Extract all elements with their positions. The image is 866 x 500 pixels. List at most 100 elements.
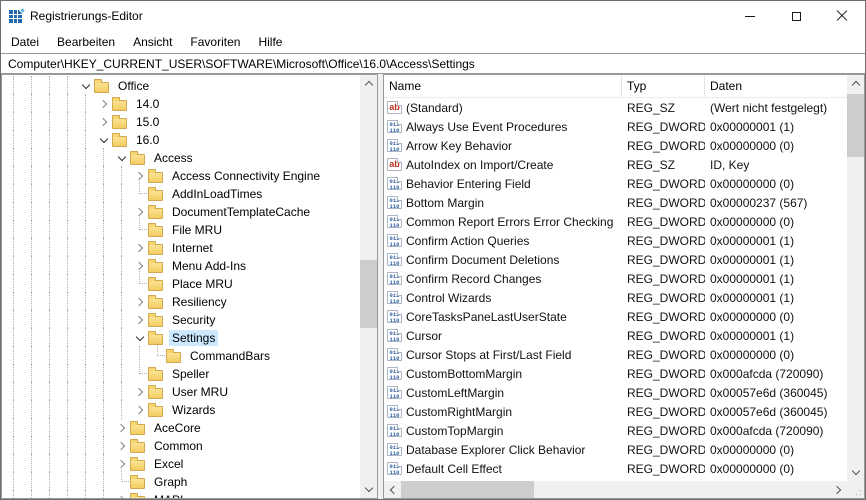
tree-item-office[interactable]: Office — [2, 76, 360, 96]
registry-value-row-custombottommargin[interactable]: 011 110 CustomBottomMargin REG_DWORD 0x000a… — [384, 364, 847, 383]
tree-guide-line — [67, 130, 68, 150]
registry-value-row-standard[interactable]: ab (Standard) REG_SZ (Wert nicht festgelegt… — [384, 98, 847, 117]
folder-icon — [130, 438, 145, 453]
value-name-text: Behavior Entering Field — [406, 176, 531, 191]
registry-value-row-database-explorer-click-behavior[interactable]: 011 110 Database Explorer Click Behavior R… — [384, 440, 847, 459]
list-horizontal-scrollbar[interactable] — [384, 481, 847, 498]
registry-value-row-bottom-margin[interactable]: 011 110 Bottom Margin REG_DWORD 0x00000237 … — [384, 193, 847, 212]
value-name-cell: 011 110 Confirm Action Queries — [384, 234, 622, 248]
chevron-up-icon — [364, 80, 373, 90]
registry-value-row-customrightmargin[interactable]: 011 110 CustomRightMargin REG_DWORD 0x00057… — [384, 402, 847, 421]
expander-chevron[interactable] — [114, 437, 130, 455]
registry-value-row-always-use-event-procedures[interactable]: 011 110 Always Use Event Procedures REG_DW… — [384, 117, 847, 136]
tree-item-menu-add-ins[interactable]: Menu Add-Ins — [2, 256, 360, 276]
menu-item-favoriten[interactable]: Favoriten — [181, 31, 249, 53]
tree-item-mapi[interactable]: MAPI — [2, 490, 360, 498]
list-scroll-up-button[interactable] — [847, 75, 864, 92]
expander-chevron[interactable] — [132, 383, 148, 401]
list-vertical-scrollbar[interactable] — [847, 75, 864, 481]
tree-vertical-scrollbar[interactable] — [360, 75, 377, 498]
tree-item-16-0[interactable]: 16.0 — [2, 130, 360, 150]
tree-item-graph[interactable]: Graph — [2, 469, 360, 492]
value-type-cell: REG_SZ — [627, 100, 676, 115]
registry-value-row-default-cell-effect[interactable]: 011 110 Default Cell Effect REG_DWORD 0x000… — [384, 459, 847, 478]
registry-value-row-control-wizards[interactable]: 011 110 Control Wizards REG_DWORD 0x0000000… — [384, 288, 847, 307]
tree-item-acecore[interactable]: AceCore — [2, 418, 360, 438]
registry-value-row-behavior-entering-field[interactable]: 011 110 Behavior Entering Field REG_DWORD 0… — [384, 174, 847, 193]
expander-chevron[interactable] — [132, 329, 148, 347]
tree-scrollbar-thumb[interactable] — [360, 260, 377, 328]
tree-item-wizards[interactable]: Wizards — [2, 400, 360, 420]
registry-value-row-common-report-errors-error-checking[interactable]: 011 110 Common Report Errors Error Checki… — [384, 212, 847, 231]
registry-value-row-confirm-record-changes[interactable]: 011 110 Confirm Record Changes REG_DWORD 0x… — [384, 269, 847, 288]
tree-item-15-0[interactable]: 15.0 — [2, 112, 360, 132]
expander-chevron[interactable] — [114, 491, 130, 498]
tree-guide-line — [49, 328, 50, 348]
column-header-typ[interactable]: Typ — [622, 75, 705, 97]
registry-value-row-arrow-key-behavior[interactable]: 011 110 Arrow Key Behavior REG_DWORD 0x0000… — [384, 136, 847, 155]
value-name-cell: 011 110 CustomRightMargin — [384, 405, 622, 419]
registry-value-row-cursor[interactable]: 011 110 Cursor REG_DWORD 0x00000001 (1) — [384, 326, 847, 345]
expander-chevron[interactable] — [78, 77, 94, 95]
registry-value-row-customleftmargin[interactable]: 011 110 CustomLeftMargin REG_DWORD 0x00057e… — [384, 383, 847, 402]
value-type-cell: REG_DWORD — [627, 233, 705, 248]
list-scroll-down-button[interactable] — [847, 464, 864, 481]
expander-chevron[interactable] — [132, 239, 148, 257]
expander-chevron[interactable] — [96, 95, 112, 113]
tree-item-excel[interactable]: Excel — [2, 454, 360, 474]
tree-item-place-mru[interactable]: Place MRU — [2, 271, 360, 294]
registry-value-row-autoindex-on-import-create[interactable]: ab AutoIndex on Import/Create REG_SZ ID, Ke… — [384, 155, 847, 174]
resize-grip[interactable] — [847, 481, 864, 498]
tree-item-speller[interactable]: Speller — [2, 361, 360, 384]
tree-item-file-mru[interactable]: File MRU — [2, 217, 360, 240]
registry-value-row-cursor-stops-at-first-last-field[interactable]: 011 110 Cursor Stops at First/Last Field R… — [384, 345, 847, 364]
tree-scroll-up-button[interactable] — [360, 75, 377, 92]
dword-value-icon: 011 110 — [387, 405, 402, 418]
expander-chevron[interactable] — [96, 131, 112, 149]
expander-chevron[interactable] — [132, 293, 148, 311]
menu-item-bearbeiten[interactable]: Bearbeiten — [48, 31, 124, 53]
registry-value-row-confirm-action-queries[interactable]: 011 110 Confirm Action Queries REG_DWORD 0x… — [384, 231, 847, 250]
registry-value-row-confirm-document-deletions[interactable]: 011 110 Confirm Document Deletions REG_DWO… — [384, 250, 847, 269]
expander-chevron[interactable] — [96, 113, 112, 131]
maximize-button[interactable] — [773, 1, 819, 31]
list-scroll-left-button[interactable] — [384, 481, 401, 498]
expander-chevron[interactable] — [132, 311, 148, 329]
column-header-daten[interactable]: Daten — [705, 75, 847, 97]
tree-item-security[interactable]: Security — [2, 310, 360, 330]
tree-item-commandbars[interactable]: CommandBars — [2, 343, 360, 366]
tree-item-access[interactable]: Access — [2, 148, 360, 168]
expander-chevron[interactable] — [114, 419, 130, 437]
tree-item-settings[interactable]: Settings — [2, 328, 360, 348]
minimize-button[interactable] — [727, 1, 773, 31]
expander-chevron[interactable] — [114, 149, 130, 167]
tree-item-14-0[interactable]: 14.0 — [2, 94, 360, 114]
value-data-cell: 0x000afcda (720090) — [710, 366, 824, 381]
tree-item-resiliency[interactable]: Resiliency — [2, 292, 360, 312]
tree-item-documenttemplatecache[interactable]: DocumentTemplateCache — [2, 202, 360, 222]
tree-item-addinloadtimes[interactable]: AddInLoadTimes — [2, 181, 360, 204]
registry-value-row-customtopmargin[interactable]: 011 110 CustomTopMargin REG_DWORD 0x000afcd… — [384, 421, 847, 440]
expander-chevron[interactable] — [132, 401, 148, 419]
value-type-cell: REG_DWORD — [627, 271, 705, 286]
tree-scroll-down-button[interactable] — [360, 481, 377, 498]
registry-value-row-coretaskspanelastuserstate[interactable]: 011 110 CoreTasksPaneLastUserState REG_DWO… — [384, 307, 847, 326]
column-header-name[interactable]: Name — [384, 75, 622, 97]
tree-item-internet[interactable]: Internet — [2, 238, 360, 258]
folder-icon — [148, 204, 163, 219]
menu-item-hilfe[interactable]: Hilfe — [249, 31, 291, 53]
menu-item-datei[interactable]: Datei — [2, 31, 48, 53]
tree-item-access-connectivity-engine[interactable]: Access Connectivity Engine — [2, 166, 360, 186]
close-button[interactable] — [819, 1, 865, 31]
value-name-cell: 011 110 CustomBottomMargin — [384, 367, 622, 381]
tree-item-common[interactable]: Common — [2, 436, 360, 456]
address-input[interactable] — [1, 54, 865, 73]
list-scrollbar-thumb[interactable] — [847, 94, 864, 157]
list-hscrollbar-thumb[interactable] — [401, 481, 534, 498]
value-data-cell: 0x00000001 (1) — [710, 252, 795, 267]
list-scroll-right-button[interactable] — [830, 481, 847, 498]
tree-item-user-mru[interactable]: User MRU — [2, 382, 360, 402]
tree-guide-line — [103, 292, 104, 312]
menu-item-ansicht[interactable]: Ansicht — [124, 31, 181, 53]
tree-guide-line — [31, 490, 32, 498]
